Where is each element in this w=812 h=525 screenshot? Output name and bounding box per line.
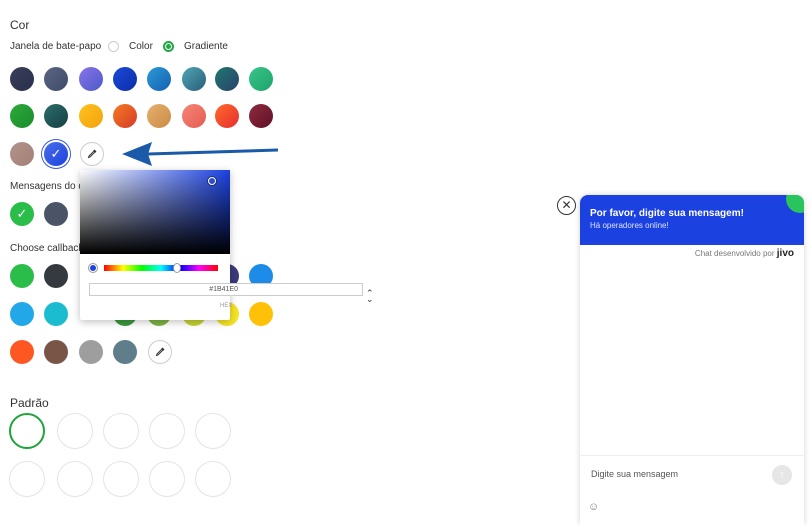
- chevron-down-icon: ⌄: [366, 294, 374, 304]
- custom-color-picker-button[interactable]: [80, 142, 104, 166]
- window-color-swatch[interactable]: [147, 104, 171, 128]
- checkmark-icon: ✓: [50, 146, 62, 161]
- radio-gradient[interactable]: [163, 41, 174, 52]
- checkmark-icon: ✓: [16, 206, 28, 221]
- radio-gradient-option[interactable]: Gradiente: [163, 41, 228, 52]
- window-color-swatch[interactable]: [147, 67, 171, 91]
- message-color-swatch[interactable]: ✓: [10, 202, 34, 226]
- hue-slider-handle[interactable]: [173, 263, 181, 273]
- chat-title: Por favor, digite sua mensagem!: [590, 208, 744, 219]
- messages-color-label: Mensagens do d: [10, 181, 84, 192]
- saturation-handle[interactable]: [208, 177, 216, 185]
- callback-color-picker-button[interactable]: [148, 340, 172, 364]
- color-picker-popover: #1B41E0 HEX: [80, 170, 363, 320]
- pattern-option[interactable]: [57, 461, 93, 497]
- hex-value-input[interactable]: #1B41E0: [89, 283, 363, 296]
- window-color-swatch[interactable]: [182, 104, 206, 128]
- emoji-icon[interactable]: ☺: [588, 501, 599, 513]
- arrow-up-icon: ↑: [779, 469, 785, 481]
- chat-header: Por favor, digite sua mensagem! Há opera…: [580, 195, 804, 245]
- close-preview-button[interactable]: ✕: [557, 196, 576, 215]
- callback-color-swatch[interactable]: [10, 302, 34, 326]
- annotation-arrow-icon: [122, 142, 279, 166]
- window-color-swatch[interactable]: [44, 104, 68, 128]
- callback-color-swatch[interactable]: [10, 264, 34, 288]
- callback-color-swatch[interactable]: [79, 340, 103, 364]
- hex-mode-label: HEX: [220, 303, 233, 309]
- pattern-option-none[interactable]: [9, 413, 45, 449]
- window-color-swatch[interactable]: [182, 67, 206, 91]
- message-input[interactable]: Digite sua mensagem: [580, 455, 804, 495]
- callback-color-swatch[interactable]: [113, 340, 137, 364]
- chat-widget-preview: Por favor, digite sua mensagem! Há opera…: [580, 195, 804, 525]
- pattern-title: Padrão: [10, 396, 49, 410]
- radio-color[interactable]: [108, 41, 119, 52]
- window-color-swatch[interactable]: [249, 104, 273, 128]
- callback-color-swatch[interactable]: [44, 340, 68, 364]
- window-color-swatch[interactable]: [215, 67, 239, 91]
- chat-subtitle: Há operadores online!: [590, 221, 669, 230]
- callback-color-swatch[interactable]: [249, 302, 273, 326]
- eyedropper-icon: [155, 347, 165, 357]
- radio-gradient-label: Gradiente: [184, 41, 228, 52]
- window-color-swatch[interactable]: [10, 67, 34, 91]
- current-color-preview: [89, 264, 97, 272]
- send-button[interactable]: ↑: [772, 465, 792, 485]
- pattern-option[interactable]: [103, 413, 139, 449]
- pattern-option[interactable]: [149, 461, 185, 497]
- window-color-swatch[interactable]: ✓: [44, 142, 68, 166]
- callback-color-swatch[interactable]: [44, 264, 68, 288]
- callback-color-label: Choose callback: [10, 243, 84, 254]
- powered-by: Chat desenvolvido por jivo: [695, 248, 794, 259]
- color-mode-toggle[interactable]: ⌃ ⌄: [366, 289, 374, 304]
- window-color-swatch[interactable]: [113, 67, 137, 91]
- radio-color-option[interactable]: Color: [108, 41, 153, 52]
- callback-color-swatch[interactable]: [44, 302, 68, 326]
- section-title-color: Cor: [10, 18, 30, 32]
- powered-by-text: Chat desenvolvido por: [694, 249, 775, 258]
- saturation-value-area[interactable]: [80, 170, 230, 254]
- window-color-swatch[interactable]: [79, 67, 103, 91]
- chat-window-color-row: Janela de bate-papo: [10, 41, 101, 52]
- radio-color-label: Color: [129, 41, 153, 52]
- window-color-swatch[interactable]: [79, 104, 103, 128]
- window-color-swatch[interactable]: [215, 104, 239, 128]
- window-color-swatch[interactable]: [10, 104, 34, 128]
- pattern-option[interactable]: [9, 461, 45, 497]
- pattern-option[interactable]: [57, 413, 93, 449]
- jivo-logo[interactable]: jivo: [777, 248, 794, 259]
- chat-window-label: Janela de bate-papo: [10, 41, 102, 52]
- callback-color-swatch[interactable]: [10, 340, 34, 364]
- window-color-swatch[interactable]: [113, 104, 137, 128]
- window-color-swatch[interactable]: [10, 142, 34, 166]
- close-icon: ✕: [561, 198, 572, 212]
- eyedropper-icon: [87, 149, 97, 159]
- pattern-option[interactable]: [195, 461, 231, 497]
- window-color-swatch[interactable]: [44, 67, 68, 91]
- pattern-option[interactable]: [195, 413, 231, 449]
- window-color-swatch[interactable]: [249, 67, 273, 91]
- message-color-swatch[interactable]: [44, 202, 68, 226]
- message-input-placeholder: Digite sua mensagem: [591, 469, 679, 479]
- hue-slider[interactable]: [104, 265, 218, 271]
- pattern-option[interactable]: [103, 461, 139, 497]
- pattern-option[interactable]: [149, 413, 185, 449]
